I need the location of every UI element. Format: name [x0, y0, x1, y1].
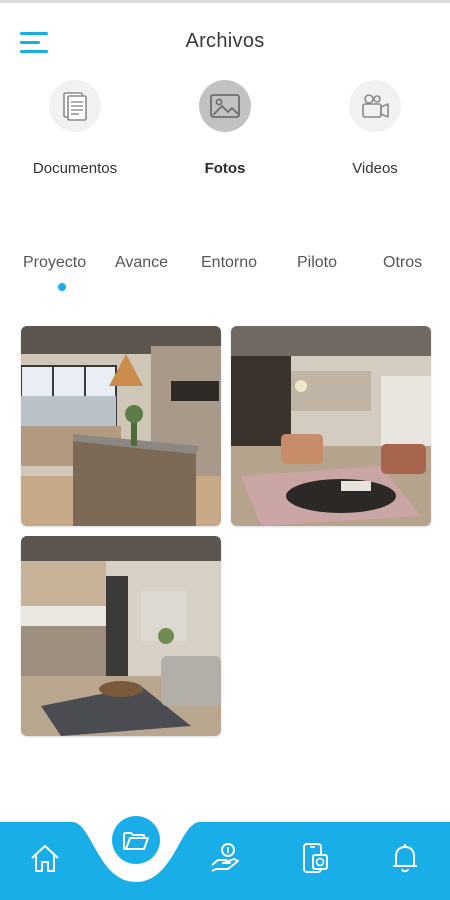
living-room-photo[interactable] — [231, 326, 431, 526]
document-icon — [49, 80, 101, 132]
category-fotos[interactable]: Fotos — [165, 80, 285, 177]
hand-coin-icon[interactable] — [205, 838, 245, 878]
image-icon — [199, 80, 251, 132]
app-header: Archivos — [0, 3, 450, 79]
category-label: Videos — [352, 160, 398, 177]
home-icon[interactable] — [25, 838, 65, 878]
category-label: Fotos — [204, 160, 246, 177]
folder-icon[interactable] — [112, 816, 160, 864]
tab-entorno[interactable]: Entorno — [201, 254, 257, 272]
video-camera-icon — [349, 80, 401, 132]
page-title: Archivos — [185, 30, 265, 52]
photo-tabs: Proyecto Avance Entorno Piloto Otros — [0, 250, 450, 298]
phone-document-icon[interactable] — [295, 838, 335, 878]
tab-proyecto[interactable]: Proyecto — [23, 254, 86, 272]
category-videos[interactable]: Videos — [315, 80, 435, 177]
kitchen-island-photo[interactable] — [21, 326, 221, 526]
active-tab-indicator — [58, 283, 66, 291]
open-plan-kitchen-photo[interactable] — [21, 536, 221, 736]
tab-avance[interactable]: Avance — [115, 254, 168, 272]
bell-icon[interactable] — [385, 838, 425, 878]
tab-otros[interactable]: Otros — [383, 254, 422, 272]
tab-piloto[interactable]: Piloto — [297, 254, 337, 272]
bottom-navigation — [0, 800, 450, 900]
category-label: Documentos — [32, 160, 118, 177]
category-documentos[interactable]: Documentos — [15, 80, 135, 177]
